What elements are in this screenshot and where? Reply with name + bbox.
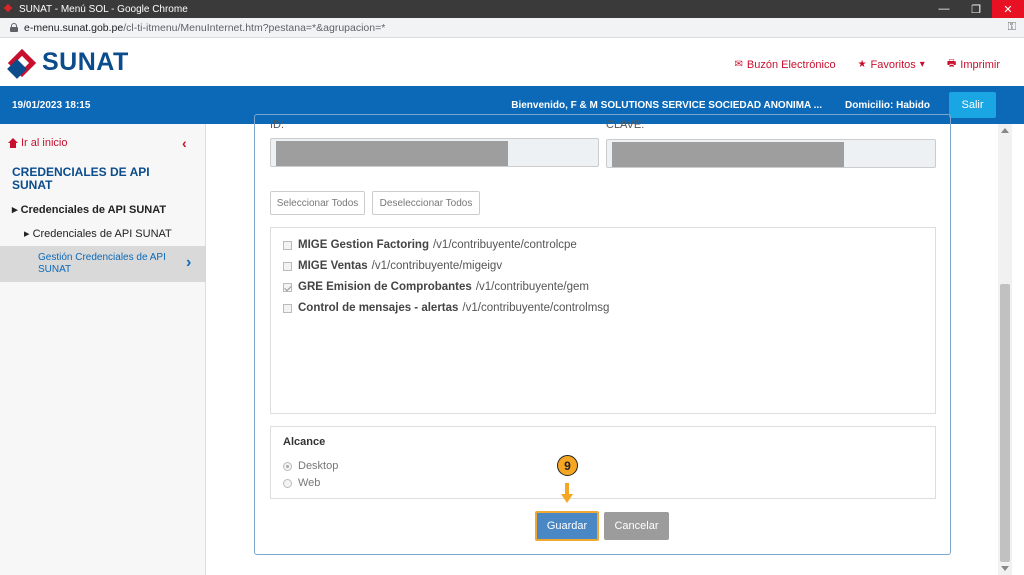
sidebar-item-label: Credenciales de API SUNAT (32, 228, 172, 240)
minimize-button[interactable]: — (928, 0, 960, 18)
sunat-logo[interactable]: SUNAT (7, 48, 129, 79)
sunat-favicon-icon (4, 4, 14, 14)
sidebar-item-label: Credenciales de API SUNAT (20, 204, 167, 216)
radio-label: Desktop (298, 460, 339, 472)
id-label: ID: (270, 119, 285, 131)
sidebar-subitem-credenciales[interactable]: ▸ Credenciales de API SUNAT (24, 227, 172, 240)
id-field[interactable] (270, 138, 599, 167)
scroll-down-icon[interactable] (1001, 566, 1009, 571)
alcance-option-desktop[interactable]: Desktop (283, 460, 338, 472)
star-icon: ★ (857, 59, 867, 70)
alcance-title: Alcance (283, 436, 326, 448)
scope-item[interactable]: GRE Emision de Comprobantes /v1/contribu… (283, 281, 589, 293)
envelope-icon: ✉ (734, 59, 743, 70)
site-header: SUNAT ✉ Buzón Electrónico ★ Favoritos ▾ 🖶 Im… (0, 38, 1024, 86)
scope-name: GRE Emision de Comprobantes (298, 281, 472, 293)
caret-down-icon: ▾ (919, 59, 925, 70)
window-titlebar: SUNAT - Menú SOL - Google Chrome — ❐ ✕ (0, 0, 1024, 18)
scrollbar-thumb[interactable] (1000, 284, 1010, 562)
favoritos-link[interactable]: ★ Favoritos ▾ (858, 56, 925, 73)
address-bar[interactable]: e-menu.sunat.gob.pe/cl-ti-itmenu/MenuInt… (0, 18, 1024, 38)
select-all-button[interactable]: Seleccionar Todos (270, 191, 365, 215)
scroll-up-icon[interactable] (1001, 128, 1009, 133)
lock-icon[interactable] (10, 23, 18, 32)
scope-name: MIGE Ventas (298, 260, 368, 272)
buzon-link[interactable]: ✉ Buzón Electrónico (735, 56, 836, 73)
domicilio-status: Domicilio: Habido (845, 100, 930, 111)
sidebar-item-credenciales[interactable]: ▸ Credenciales de API SUNAT (12, 203, 166, 216)
scope-name: Control de mensajes - alertas (298, 302, 459, 314)
clave-field[interactable] (606, 139, 936, 168)
chevron-right-icon: › (186, 254, 192, 271)
sunat-logo-text: SUNAT (42, 48, 129, 76)
clave-label: CLAVE: (606, 119, 645, 131)
close-window-button[interactable]: ✕ (992, 0, 1024, 18)
deselect-all-button[interactable]: Deseleccionar Todos (372, 191, 480, 215)
home-link[interactable]: Ir al inicio (8, 137, 67, 149)
arrow-down-icon (561, 483, 573, 505)
window-title: SUNAT - Menú SOL - Google Chrome (19, 3, 188, 15)
scope-name: MIGE Gestion Factoring (298, 239, 429, 251)
collapse-sidebar-icon[interactable]: ‹ (182, 135, 187, 151)
clave-redaction (612, 142, 844, 167)
main-content: ID: CLAVE: Seleccionar Todos Deseleccion… (206, 114, 998, 575)
header-links: ✉ Buzón Electrónico ★ Favoritos ▾ 🖶 Imprimir (735, 56, 1000, 73)
sunat-logo-mark-icon (7, 48, 37, 79)
scope-path: /v1/contribuyente/controlmsg (462, 302, 610, 314)
favoritos-label: Favoritos (870, 58, 916, 71)
radio-button[interactable] (283, 461, 292, 471)
id-redaction (276, 141, 508, 166)
scope-checkbox[interactable] (283, 282, 292, 292)
key-icon[interactable]: ⚿ (1008, 21, 1016, 34)
alcance-section: Alcance Desktop Web (270, 426, 936, 499)
sidebar-item-gestion-credenciales[interactable]: Gestión Credenciales de API SUNAT › (0, 246, 206, 282)
radio-label: Web (298, 477, 321, 489)
imprimir-link[interactable]: 🖶 Imprimir (947, 56, 1000, 73)
home-label: Ir al inicio (21, 137, 68, 149)
cancelar-button[interactable]: Cancelar (604, 512, 669, 540)
alcance-option-web[interactable]: Web (283, 477, 320, 489)
imprimir-label: Imprimir (960, 58, 1000, 71)
radio-button[interactable] (283, 478, 292, 488)
buzon-label: Buzón Electrónico (746, 58, 836, 71)
url-text[interactable]: e-menu.sunat.gob.pe/cl-ti-itmenu/MenuInt… (24, 22, 1008, 34)
home-icon (8, 138, 18, 148)
sidebar-item-label: Gestión Credenciales de API SUNAT (38, 252, 166, 275)
page-scrollbar[interactable] (998, 124, 1012, 575)
scope-item[interactable]: MIGE Gestion Factoring /v1/contribuyente… (283, 239, 577, 251)
scopes-list: MIGE Gestion Factoring /v1/contribuyente… (270, 227, 936, 414)
salir-button[interactable]: Salir (949, 92, 996, 118)
scope-checkbox[interactable] (283, 303, 292, 313)
guardar-button[interactable]: Guardar (535, 511, 599, 541)
session-datetime: 19/01/2023 18:15 (12, 100, 91, 111)
scope-checkbox[interactable] (283, 240, 292, 250)
scope-path: /v1/contribuyente/migeigv (371, 260, 503, 272)
scope-checkbox[interactable] (283, 261, 292, 271)
url-path: /cl-ti-itmenu/MenuInternet.htm?pestana=*… (123, 21, 386, 34)
sidebar-section-title: CREDENCIALES DE API SUNAT (12, 165, 150, 192)
welcome-text: Bienvenido, F & M SOLUTIONS SERVICE SOCI… (511, 100, 822, 111)
sidebar: Ir al inicio ‹ CREDENCIALES DE API SUNAT… (0, 124, 206, 575)
url-host: e-menu.sunat.gob.pe (24, 21, 124, 34)
scope-path: /v1/contribuyente/gem (475, 281, 589, 293)
scope-path: /v1/contribuyente/controlcpe (432, 239, 577, 251)
scope-item[interactable]: Control de mensajes - alertas /v1/contri… (283, 302, 609, 314)
step-number-badge: 9 (557, 455, 578, 476)
maximize-button[interactable]: ❐ (960, 0, 992, 18)
scope-item[interactable]: MIGE Ventas /v1/contribuyente/migeigv (283, 260, 502, 272)
printer-icon: 🖶 (946, 58, 957, 69)
